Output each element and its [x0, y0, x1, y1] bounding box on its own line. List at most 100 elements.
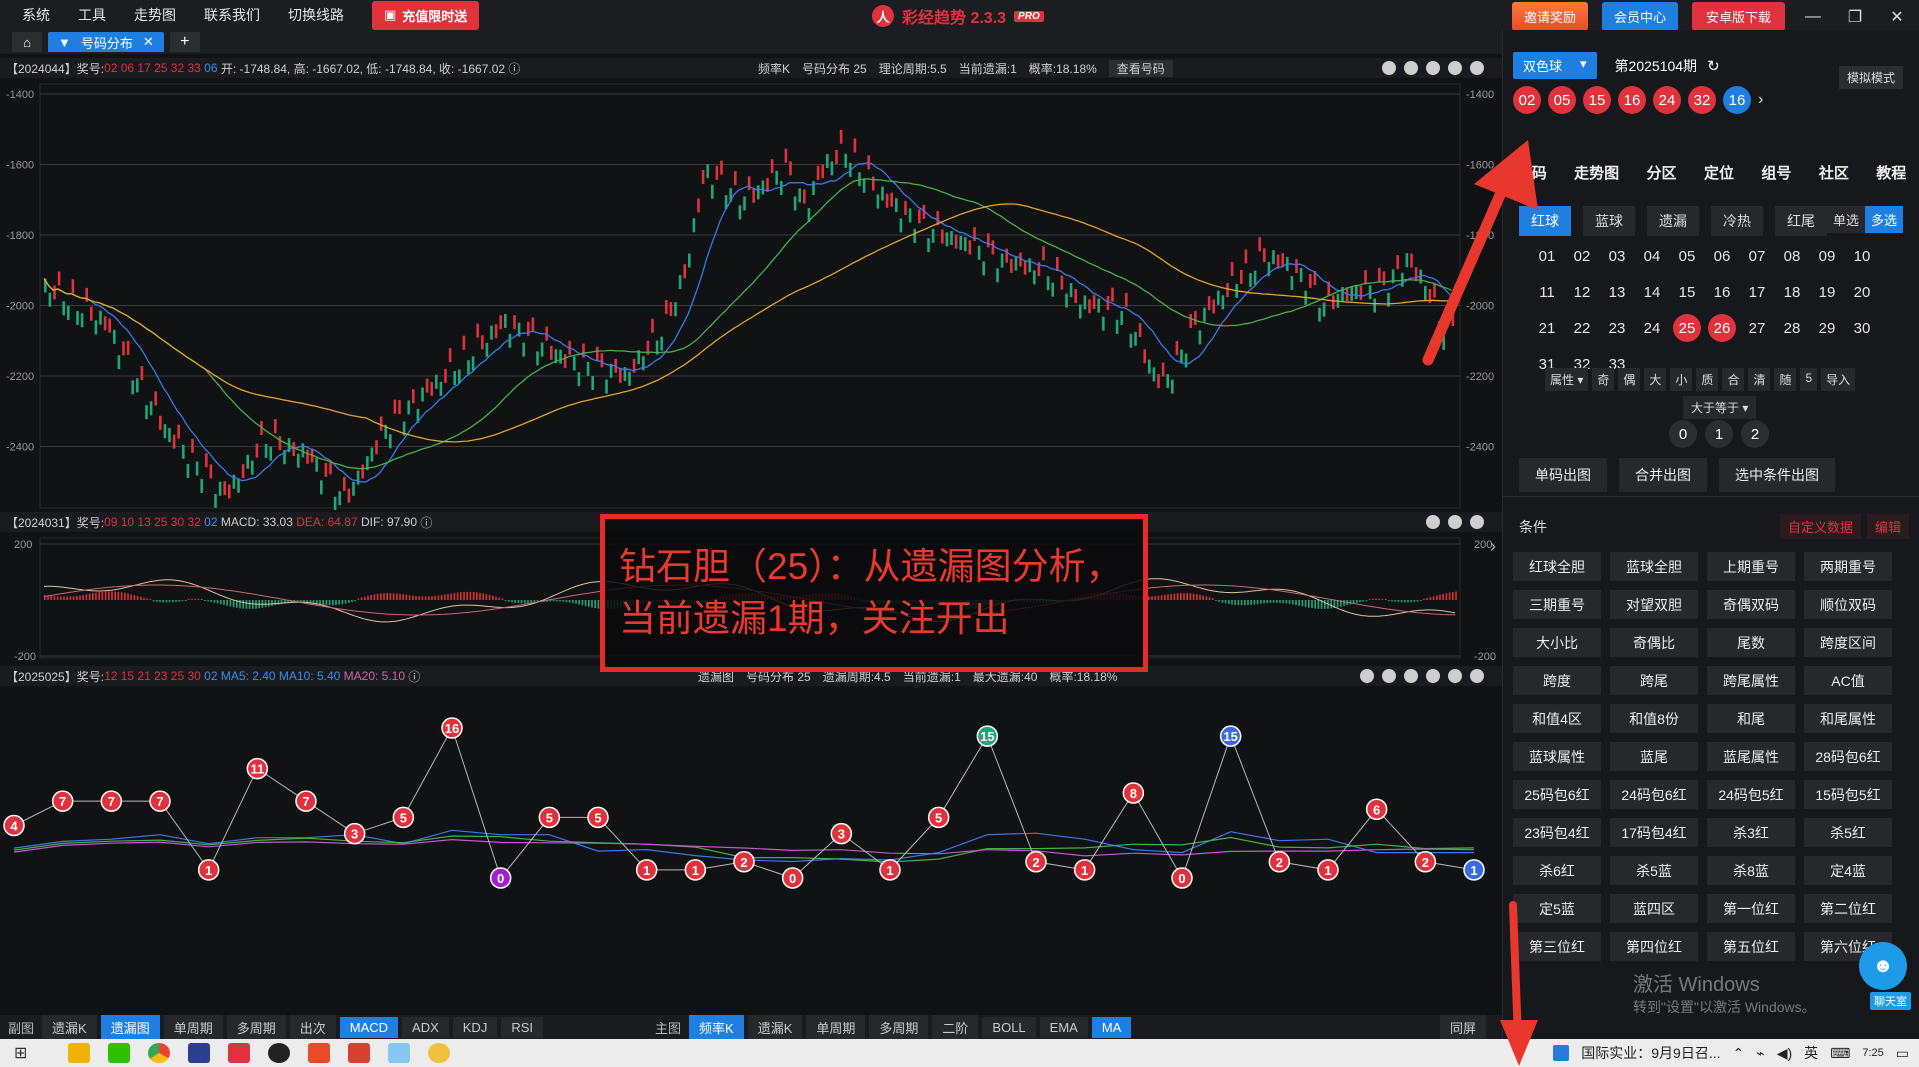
btn-main-multi-period[interactable]: 多周期	[869, 1014, 929, 1040]
single-code-chart-button[interactable]: 单码出图	[1519, 458, 1607, 492]
tab-hot-cold[interactable]: 冷热	[1711, 206, 1763, 236]
condition-button[interactable]: 蓝球全胆	[1610, 552, 1698, 581]
condition-button[interactable]: 和值4区	[1513, 704, 1601, 733]
omission-point[interactable]: 5	[587, 806, 609, 829]
minimize-icon[interactable]: —	[1799, 8, 1827, 26]
omission-point[interactable]: 7	[51, 790, 74, 812]
condition-button[interactable]: 蓝四区	[1610, 894, 1698, 923]
home-tab[interactable]: ⌂	[12, 32, 42, 52]
omission-point[interactable]: 1	[1463, 859, 1485, 881]
selected-condition-chart-button[interactable]: 选中条件出图	[1719, 458, 1835, 492]
number-option[interactable]: 02	[1568, 242, 1596, 270]
btn-omission-chart[interactable]: 遗漏图	[100, 1014, 160, 1040]
condition-button[interactable]: 尾数	[1707, 628, 1795, 657]
omission-point[interactable]: 15	[976, 725, 999, 747]
arrow-down-icon[interactable]	[1426, 669, 1440, 683]
condition-button[interactable]: 跨度区间	[1804, 628, 1892, 657]
chevron-up-icon[interactable]: ⌃	[1733, 1045, 1745, 1062]
condition-button[interactable]: 25码包6红	[1513, 780, 1601, 809]
keyboard-icon[interactable]: ⌨	[1830, 1045, 1850, 1062]
btn-occurrence[interactable]: 出次	[289, 1014, 336, 1040]
omission-point[interactable]: 7	[149, 790, 171, 812]
omission-point[interactable]: 1	[1073, 859, 1096, 881]
condition-button[interactable]: 蓝尾属性	[1707, 742, 1795, 771]
omission-point[interactable]: 7	[100, 790, 123, 812]
condition-button[interactable]: 跨度	[1513, 666, 1601, 695]
condition-button[interactable]: 第一位红	[1707, 894, 1795, 923]
windows-start-icon[interactable]: ⊞	[14, 1043, 38, 1063]
arrow-down-icon[interactable]	[1448, 61, 1462, 75]
custom-data-button[interactable]: 自定义数据	[1779, 514, 1861, 539]
ime-indicator[interactable]: 英	[1804, 1043, 1818, 1063]
number-option[interactable]: 06	[1708, 242, 1736, 270]
condition-button[interactable]: 两期重号	[1804, 552, 1892, 581]
attribute-filter[interactable]: 偶	[1618, 368, 1641, 391]
omission-point[interactable]: 4	[3, 814, 25, 837]
single-select-button[interactable]: 单选	[1826, 206, 1865, 233]
nav-tab-position[interactable]: 定位	[1704, 162, 1734, 183]
btn-frequency-k[interactable]: 频率K	[689, 1014, 744, 1040]
settings-icon[interactable]	[1470, 61, 1484, 75]
condition-button[interactable]: AC值	[1804, 666, 1892, 695]
btn-omission-k[interactable]: 遗漏K	[42, 1014, 97, 1040]
omission-chart[interactable]: 47 7 71117351605 51 1203151521801521621	[0, 686, 1502, 1014]
btn-main-single-period[interactable]: 单周期	[806, 1014, 866, 1040]
condition-button[interactable]: 第二位红	[1804, 894, 1892, 923]
omission-point[interactable]: 1	[879, 859, 901, 881]
number-option[interactable]: 26	[1708, 314, 1736, 342]
add-tab-button[interactable]: +	[169, 32, 200, 52]
number-option[interactable]: 08	[1778, 242, 1806, 270]
wechat-icon[interactable]	[108, 1043, 130, 1063]
condition-button[interactable]: 跨尾属性	[1707, 666, 1795, 695]
omission-point[interactable]: 1	[635, 859, 658, 881]
help-icon[interactable]: ⓘ	[505, 60, 520, 77]
count-option[interactable]: 2	[1741, 420, 1769, 448]
number-option[interactable]: 24	[1638, 314, 1666, 342]
attribute-filter[interactable]: 属性 ▾	[1545, 368, 1589, 391]
condition-button[interactable]: 杀5蓝	[1610, 856, 1698, 885]
omission-point[interactable]: 2	[733, 851, 755, 873]
condition-button[interactable]: 奇偶双码	[1707, 590, 1795, 619]
btn-second-order[interactable]: 二阶	[932, 1014, 979, 1040]
condition-button[interactable]: 蓝球属性	[1513, 742, 1601, 771]
omission-point[interactable]: 5	[538, 806, 561, 829]
notes-app-icon[interactable]	[388, 1043, 410, 1063]
view-numbers-button[interactable]: 查看号码	[1108, 59, 1173, 77]
multi-select-button[interactable]: 多选	[1864, 206, 1903, 233]
btn-macd[interactable]: MACD	[339, 1016, 399, 1038]
condition-button[interactable]: 第四位红	[1610, 932, 1698, 961]
chat-icon[interactable]: ☻	[1859, 942, 1907, 990]
attribute-filter[interactable]: 小	[1670, 368, 1693, 391]
condition-button[interactable]: 顺位双码	[1804, 590, 1892, 619]
help-icon[interactable]: ⓘ	[405, 668, 420, 685]
simulation-mode-button[interactable]: 模拟模式	[1838, 66, 1903, 89]
btn-boll[interactable]: BOLL	[982, 1016, 1036, 1038]
condition-button[interactable]: 对望双胆	[1610, 590, 1698, 619]
condition-button[interactable]: 红球全胆	[1513, 552, 1601, 581]
number-option[interactable]: 13	[1603, 278, 1631, 306]
close-panel-icon[interactable]	[1470, 515, 1484, 529]
condition-button[interactable]: 杀3红	[1707, 818, 1795, 847]
condition-button[interactable]: 第五位红	[1707, 932, 1795, 961]
omission-point[interactable]: 11	[246, 757, 269, 780]
omission-point[interactable]: 15	[1219, 725, 1242, 747]
number-option[interactable]: 11	[1533, 278, 1561, 306]
clock[interactable]: 7:25	[1862, 1047, 1883, 1059]
omission-point[interactable]: 5	[927, 806, 950, 829]
number-option[interactable]: 15	[1673, 278, 1701, 306]
number-option[interactable]: 01	[1533, 242, 1561, 270]
wps-icon[interactable]	[308, 1043, 330, 1063]
game-app-icon[interactable]	[348, 1043, 370, 1063]
attribute-filter[interactable]: 奇	[1592, 368, 1615, 391]
condition-button[interactable]: 奇偶比	[1610, 628, 1698, 657]
number-option[interactable]: 23	[1603, 314, 1631, 342]
condition-button[interactable]: 和值8份	[1610, 704, 1698, 733]
network-icon[interactable]: ⌁	[1756, 1045, 1764, 1062]
condition-button[interactable]: 杀6红	[1513, 856, 1601, 885]
invite-reward-button[interactable]: 邀请奖励	[1511, 2, 1588, 31]
number-option[interactable]: 29	[1813, 314, 1841, 342]
number-option[interactable]: 03	[1603, 242, 1631, 270]
menu-switch-line[interactable]: 切换线路	[274, 5, 358, 25]
number-option[interactable]: 10	[1848, 242, 1876, 270]
number-option[interactable]: 07	[1743, 242, 1771, 270]
